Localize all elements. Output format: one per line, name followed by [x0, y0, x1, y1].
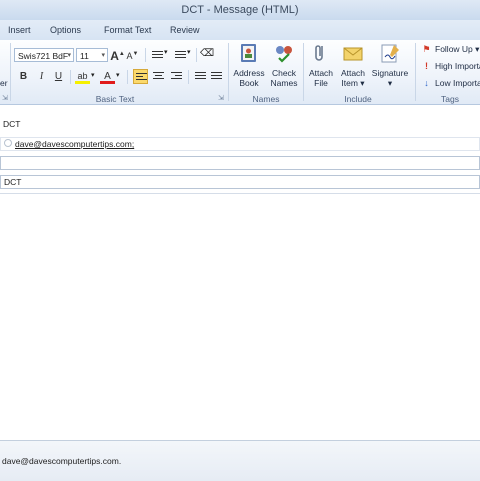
signature-icon — [381, 44, 399, 63]
title-bar: DCT - Message (HTML) — [0, 0, 480, 20]
mini-separator — [188, 70, 189, 84]
address-book-label-line2: Book — [239, 78, 259, 88]
mini-separator — [145, 48, 146, 62]
signature-button[interactable]: Signature ▾ — [370, 42, 410, 88]
signature-label-line2: ▾ — [387, 78, 393, 88]
font-name-value: Swis721 BdF — [18, 51, 69, 61]
ribbon: er ⇲ Swis721 BdF ▾ 11 ▾ A▲ A▼ ▾ ▾ ⌫ B I … — [0, 40, 480, 105]
clear-formatting-icon[interactable]: ⌫ — [200, 48, 214, 59]
people-pane: dave@davescomputertips.com. — [0, 440, 480, 481]
group-separator — [303, 43, 304, 101]
group-label-tags: Tags — [441, 94, 459, 104]
bold-button[interactable]: B — [16, 69, 31, 84]
ribbon-tabs: Insert Options Format Text Review — [0, 20, 480, 40]
tab-format-text[interactable]: Format Text — [104, 25, 151, 35]
group-separator — [415, 43, 416, 101]
low-importance-button[interactable]: ↓ Low Importance — [422, 78, 480, 88]
address-book-icon — [241, 44, 256, 62]
underline-button[interactable]: U — [51, 69, 66, 84]
flag-icon: ⚑ — [422, 44, 431, 54]
high-importance-button[interactable]: ! High Importance — [422, 61, 480, 71]
to-field[interactable]: dave@davescomputertips.com; — [0, 137, 480, 151]
group-label-names: Names — [252, 94, 280, 104]
decrease-indent-icon[interactable] — [195, 72, 206, 81]
group-separator — [10, 43, 11, 101]
shrink-font-button[interactable]: A▼ — [125, 47, 140, 62]
align-center-icon[interactable] — [153, 72, 164, 81]
high-importance-label: High Importance — [435, 61, 480, 71]
attach-file-button[interactable]: Attach File — [306, 42, 336, 88]
highlight-icon[interactable]: ab — [75, 69, 90, 84]
group-label-include: Include — [344, 94, 372, 104]
follow-up-label: Follow Up ▾ — [435, 44, 480, 54]
font-name-select[interactable]: Swis721 BdF ▾ — [14, 48, 74, 62]
envelope-icon — [343, 47, 363, 61]
attach-item-label-line1: Attach — [340, 68, 366, 78]
subject-value: DCT — [4, 177, 22, 187]
check-names-label-line2: Names — [270, 78, 298, 88]
chevron-down-icon[interactable]: ▾ — [164, 48, 168, 56]
paperclip-icon — [315, 45, 323, 61]
mini-separator — [196, 48, 197, 62]
to-recipient[interactable]: dave@davescomputertips.com; — [15, 138, 134, 151]
dialog-launcher-icon[interactable]: ⇲ — [2, 94, 8, 102]
dialog-launcher-icon[interactable]: ⇲ — [218, 94, 224, 102]
follow-up-button[interactable]: ⚑ Follow Up ▾ — [422, 44, 479, 55]
increase-indent-icon[interactable] — [211, 72, 222, 81]
numbering-icon[interactable] — [175, 51, 186, 60]
attach-item-button[interactable]: Attach Item ▾ — [338, 42, 368, 88]
down-arrow-icon: ↓ — [424, 78, 429, 88]
chevron-down-icon[interactable]: ▾ — [187, 48, 191, 56]
attach-item-label-line2: Item ▾ — [341, 78, 365, 88]
mini-separator — [127, 70, 128, 84]
chevron-down-icon: ▾ — [101, 52, 105, 59]
cc-field[interactable] — [0, 156, 480, 170]
people-pane-text: dave@davescomputertips.com. — [2, 456, 122, 466]
attach-file-label-line1: Attach — [308, 68, 334, 78]
check-names-icon — [276, 46, 292, 63]
chevron-down-icon[interactable]: ▾ — [116, 71, 120, 79]
subject-field[interactable]: DCT — [0, 175, 480, 189]
check-names-label-line1: Check — [271, 68, 297, 78]
tab-review[interactable]: Review — [170, 25, 200, 35]
chevron-down-icon: ▾ — [67, 52, 71, 59]
bullets-icon[interactable] — [152, 51, 163, 60]
tab-insert[interactable]: Insert — [8, 25, 31, 35]
low-importance-label: Low Importance — [435, 78, 480, 88]
mini-separator — [70, 70, 71, 84]
tab-options[interactable]: Options — [50, 25, 81, 35]
message-body[interactable] — [0, 193, 480, 440]
exclamation-icon: ! — [425, 61, 428, 71]
from-label: DCT — [3, 119, 21, 129]
contact-status-icon — [4, 139, 12, 147]
chevron-down-icon[interactable]: ▾ — [91, 71, 95, 79]
grow-font-button[interactable]: A▲ — [110, 47, 125, 63]
address-book-label-line1: Address — [233, 68, 265, 78]
check-names-button[interactable]: Check Names — [268, 42, 300, 88]
window-title: DCT - Message (HTML) — [181, 4, 299, 16]
align-right-icon[interactable] — [171, 72, 182, 81]
group-label-basic-text: Basic Text — [95, 94, 135, 104]
clipboard-fragment-label: er — [0, 78, 8, 88]
group-separator — [228, 43, 229, 101]
signature-label-line1: Signature — [371, 68, 409, 78]
attach-file-label-line2: File — [314, 78, 328, 88]
align-left-icon — [136, 73, 147, 82]
grow-font-label: A — [110, 49, 119, 63]
font-color-button[interactable]: A — [100, 69, 115, 84]
align-left-button[interactable] — [133, 69, 148, 84]
address-book-button[interactable]: Address Book — [232, 42, 266, 88]
font-size-value: 11 — [80, 51, 89, 61]
italic-button[interactable]: I — [34, 69, 49, 84]
font-size-select[interactable]: 11 ▾ — [76, 48, 108, 62]
message-header: DCT dave@davescomputertips.com; DCT — [0, 105, 480, 193]
